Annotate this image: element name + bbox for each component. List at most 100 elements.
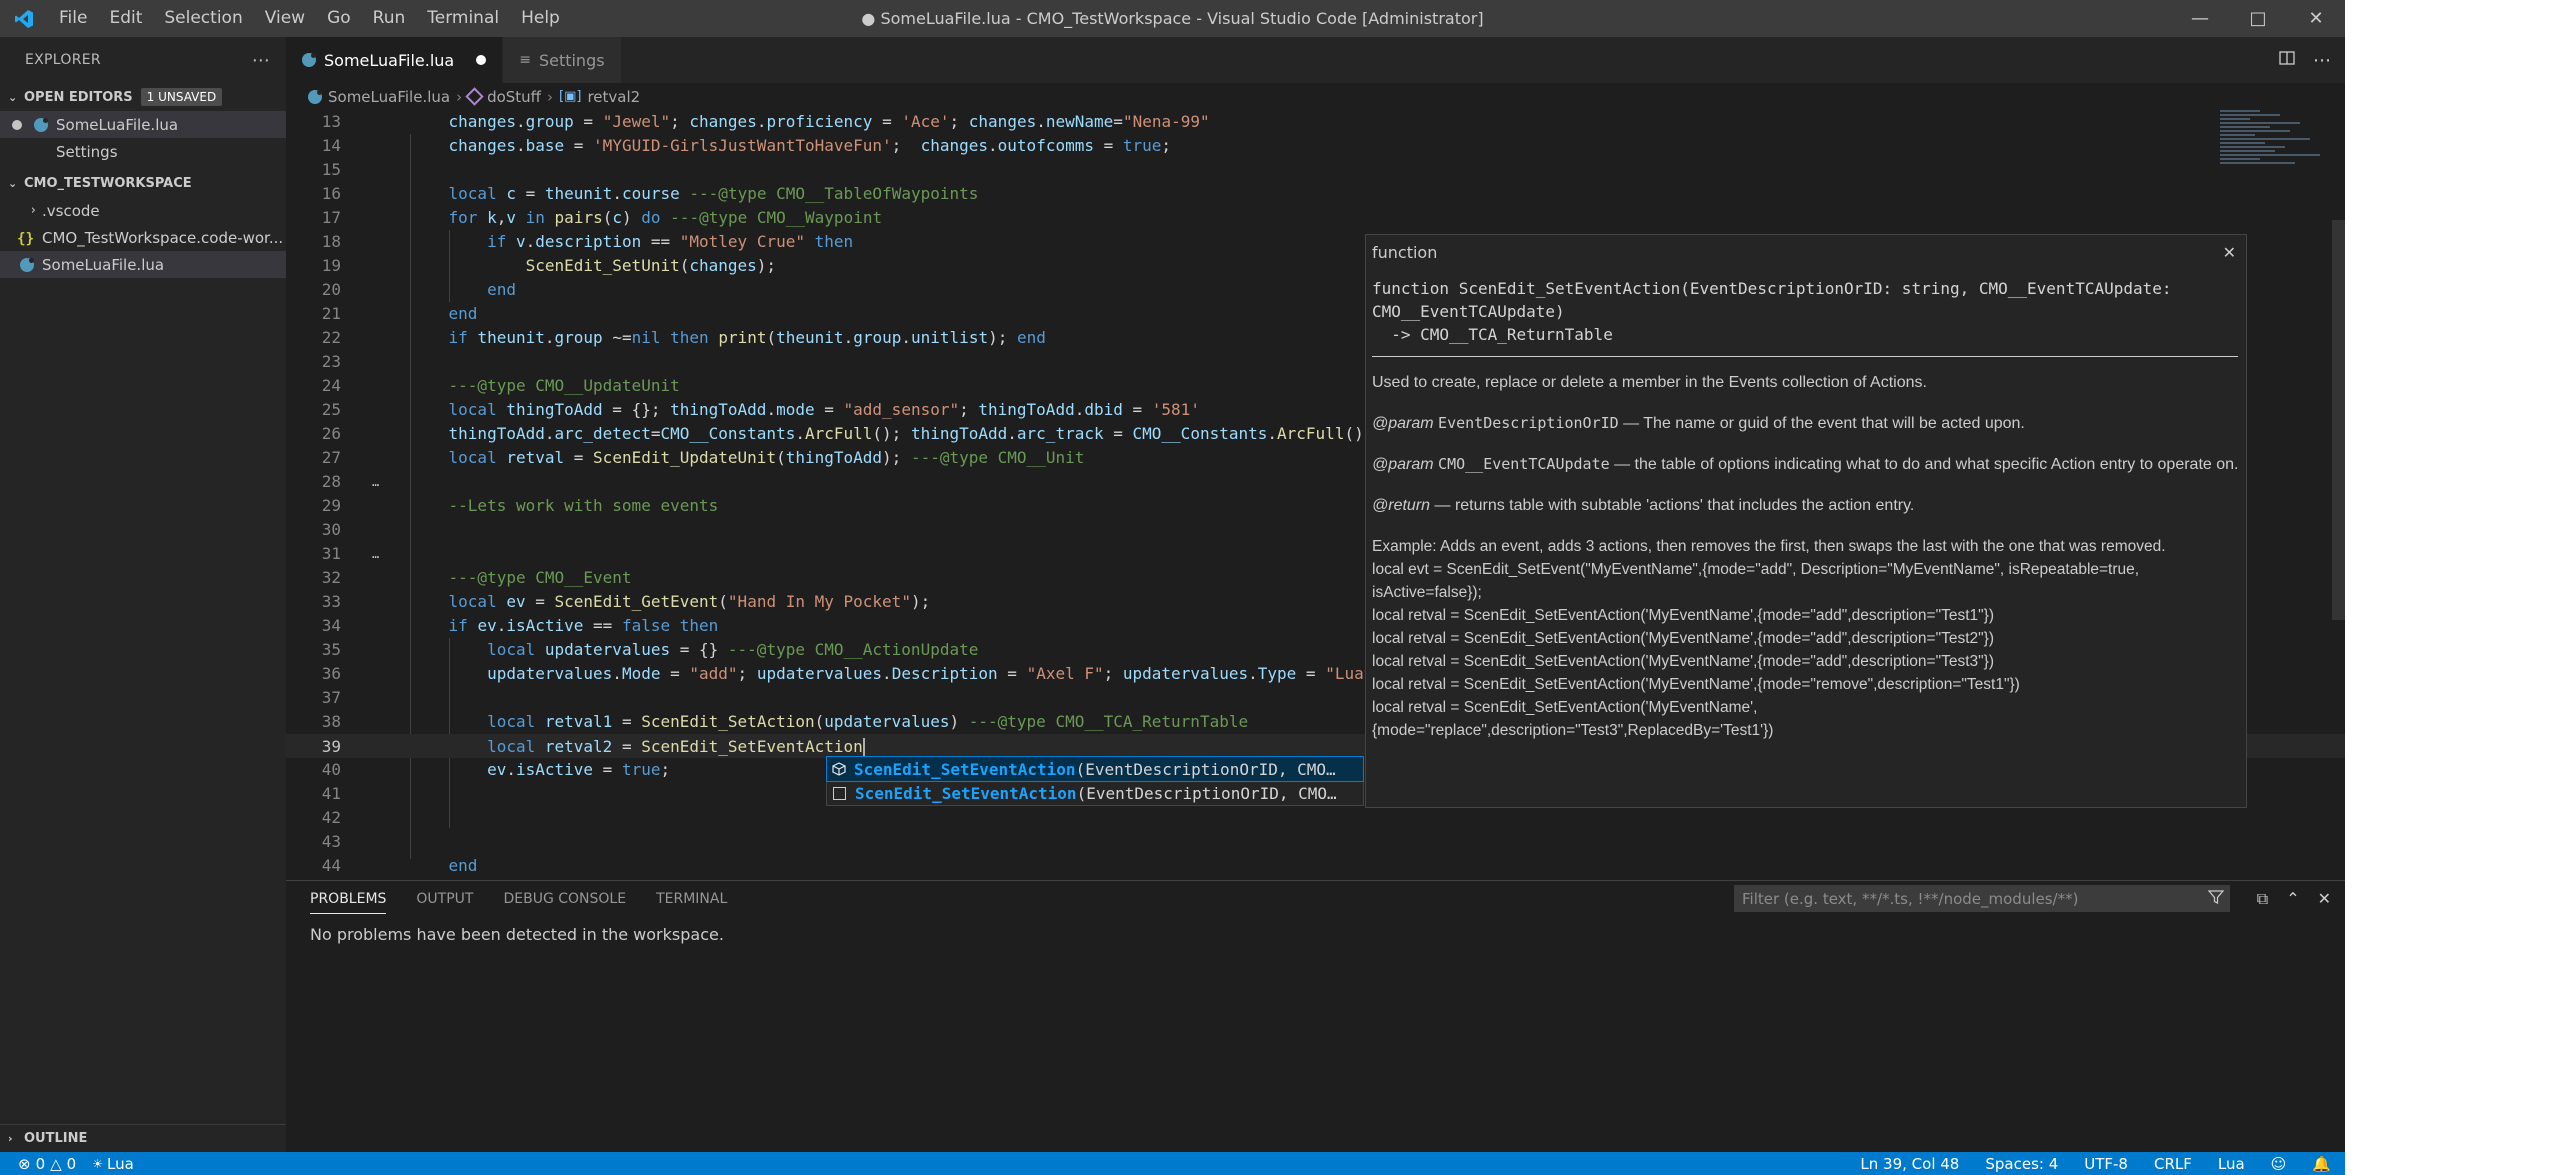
encoding[interactable]: UTF-8 xyxy=(2084,1155,2128,1173)
example-line: local retval = ScenEdit_SetEventAction('… xyxy=(1372,699,1758,716)
problems-status[interactable]: ⊗ 0 △ 0 xyxy=(18,1155,76,1173)
workspace-header[interactable]: ⌄ CMO_TESTWORKSPACE xyxy=(0,169,286,197)
open-editors-header[interactable]: ⌄ OPEN EDITORS 1 UNSAVED xyxy=(0,83,286,111)
split-editor-icon[interactable] xyxy=(2279,50,2295,70)
error-icon: ⊗ xyxy=(18,1154,31,1173)
hover-description: Used to create, replace or delete a memb… xyxy=(1372,374,1927,391)
suggest-item[interactable]: ScenEdit_SetEventAction (EventDescription… xyxy=(826,756,1364,782)
code-line: 44 end xyxy=(321,856,478,875)
menu-run[interactable]: Run xyxy=(362,0,417,37)
warning-icon: △ xyxy=(50,1154,62,1173)
language-mode[interactable]: Lua xyxy=(2218,1155,2245,1173)
cursor-position[interactable]: Ln 39, Col 48 xyxy=(1860,1155,1959,1173)
editor-tabs: SomeLuaFile.lua ≡ Settings ⋯ xyxy=(286,37,2345,83)
open-editor-label: Settings xyxy=(56,142,118,161)
more-actions-icon[interactable]: ⋯ xyxy=(252,50,270,71)
hover-example: Example: Adds an event, adds 3 actions, … xyxy=(1372,535,2240,742)
signature-line: function ScenEdit_SetEventAction(EventDe… xyxy=(1372,279,2172,298)
signature-line: -> CMO__TCA_ReturnTable xyxy=(1372,325,1613,344)
suggest-widget: ScenEdit_SetEventAction (EventDescription… xyxy=(826,756,1364,806)
chevron-right-icon: › xyxy=(547,87,554,106)
menu-go[interactable]: Go xyxy=(316,0,362,37)
code-line: 15 xyxy=(321,160,341,179)
example-line: local retval = ScenEdit_SetEventAction('… xyxy=(1372,653,1994,670)
breadcrumb-file[interactable]: SomeLuaFile.lua xyxy=(328,88,450,106)
minimap[interactable] xyxy=(2220,110,2330,220)
function-icon xyxy=(465,87,484,106)
workspace-label: CMO_TESTWORKSPACE xyxy=(24,175,192,191)
indentation[interactable]: Spaces: 4 xyxy=(1985,1155,2058,1173)
vscode-logo-icon xyxy=(0,0,48,37)
json-file-icon: {} xyxy=(17,230,34,247)
feedback-icon[interactable]: ☺ xyxy=(2271,1155,2287,1173)
code-line: 17 for k,v in pairs(c) do ---@type CMO__… xyxy=(321,208,883,227)
tab-problems[interactable]: PROBLEMS xyxy=(310,891,387,914)
breadcrumb: SomeLuaFile.lua › doStuff › [▣] retval2 xyxy=(286,83,2345,110)
vertical-scrollbar[interactable] xyxy=(2332,110,2345,880)
tree-file-workspace[interactable]: {} CMO_TestWorkspace.code-wor... xyxy=(0,224,286,251)
hover-documentation: function ✕ function ScenEdit_SetEventAct… xyxy=(1365,234,2247,808)
example-line: {mode="replace",description="Test3",Repl… xyxy=(1372,722,1774,739)
lua-status[interactable]: ☀ Lua xyxy=(92,1155,134,1173)
collapse-all-icon[interactable]: ⧉ xyxy=(2257,889,2268,909)
menu-file[interactable]: File xyxy=(48,0,98,37)
close-window-button[interactable]: ✕ xyxy=(2287,0,2345,37)
settings-file-icon: ≡ xyxy=(519,52,531,68)
example-line: local retval = ScenEdit_SetEventAction('… xyxy=(1372,630,1994,647)
tab-label: Settings xyxy=(538,50,605,70)
code-line: 43 xyxy=(321,832,341,851)
tab-debug-console[interactable]: DEBUG CONSOLE xyxy=(503,891,626,907)
breadcrumb-function[interactable]: doStuff xyxy=(487,88,541,106)
more-actions-icon[interactable]: ⋯ xyxy=(2313,50,2331,71)
example-line: local retval = ScenEdit_SetEventAction('… xyxy=(1372,676,2020,693)
lua-file-icon xyxy=(20,257,34,272)
window-controls: — □ ✕ xyxy=(2171,0,2345,37)
menu-selection[interactable]: Selection xyxy=(153,0,253,37)
method-cube-icon xyxy=(831,761,847,777)
suggest-item[interactable]: ScenEdit_SetEventAction (EventDescription… xyxy=(827,781,1363,805)
chevron-down-icon: ⌄ xyxy=(8,176,18,190)
lua-file-icon xyxy=(34,117,48,132)
menu-help[interactable]: Help xyxy=(510,0,571,37)
panel-actions: ⧉ ⌃ ✕ xyxy=(2257,885,2331,912)
scrollbar-thumb[interactable] xyxy=(2332,220,2345,620)
tree-file-someluafile[interactable]: SomeLuaFile.lua xyxy=(0,251,286,278)
code-line: 16 local c = theunit.course ---@type CMO… xyxy=(321,184,979,203)
menu-terminal[interactable]: Terminal xyxy=(416,0,510,37)
open-editor-item-someluafile[interactable]: SomeLuaFile.lua xyxy=(0,111,286,138)
unsaved-dot-icon[interactable] xyxy=(476,55,487,65)
modified-dot-icon[interactable] xyxy=(12,119,22,130)
filter-icon[interactable] xyxy=(2207,889,2225,909)
explorer-header: EXPLORER ⋯ xyxy=(0,37,286,83)
outline-header[interactable]: › OUTLINE xyxy=(0,1124,286,1152)
title-bar: File Edit Selection View Go Run Terminal… xyxy=(0,0,2345,37)
code-line: 13 changes.group = "Jewel"; changes.prof… xyxy=(321,112,1210,131)
chevron-right-icon: › xyxy=(456,87,463,106)
explorer-sidebar: EXPLORER ⋯ ⌄ OPEN EDITORS 1 UNSAVED Some… xyxy=(0,37,286,1152)
tab-settings[interactable]: ≡ Settings xyxy=(503,37,622,83)
menu-edit[interactable]: Edit xyxy=(98,0,153,37)
hover-body: Used to create, replace or delete a memb… xyxy=(1366,371,2246,742)
tab-terminal[interactable]: TERMINAL xyxy=(656,891,727,907)
end-of-line[interactable]: CRLF xyxy=(2154,1155,2192,1173)
breadcrumb-variable[interactable]: retval2 xyxy=(587,88,640,106)
maximize-button[interactable]: □ xyxy=(2229,0,2287,37)
problems-filter-input[interactable]: Filter (e.g. text, **/*.ts, !**/node_mod… xyxy=(1734,885,2230,912)
tab-someluafile[interactable]: SomeLuaFile.lua xyxy=(286,37,504,83)
menu-view[interactable]: View xyxy=(254,0,316,37)
tree-folder-label: .vscode xyxy=(42,201,100,220)
tree-folder-vscode[interactable]: › .vscode xyxy=(0,197,286,224)
chevron-right-icon: › xyxy=(30,203,36,218)
close-icon[interactable]: ✕ xyxy=(2223,243,2236,262)
maximize-panel-icon[interactable]: ⌃ xyxy=(2286,889,2299,908)
notifications-bell-icon[interactable]: 🔔 xyxy=(2312,1155,2331,1173)
close-panel-icon[interactable]: ✕ xyxy=(2318,889,2331,908)
hover-kind: function xyxy=(1372,242,1438,262)
tab-output[interactable]: OUTPUT xyxy=(416,891,473,907)
hover-param-1: @param EventDescriptionOrID — The name o… xyxy=(1372,414,2025,432)
vscode-window: File Edit Selection View Go Run Terminal… xyxy=(0,0,2345,1175)
minimize-button[interactable]: — xyxy=(2171,0,2229,37)
hover-signature: function ScenEdit_SetEventAction(EventDe… xyxy=(1366,269,2246,350)
open-editor-item-settings[interactable]: Settings xyxy=(0,138,286,165)
hover-param-2: @param CMO__EventTCAUpdate — the table o… xyxy=(1372,455,2239,473)
